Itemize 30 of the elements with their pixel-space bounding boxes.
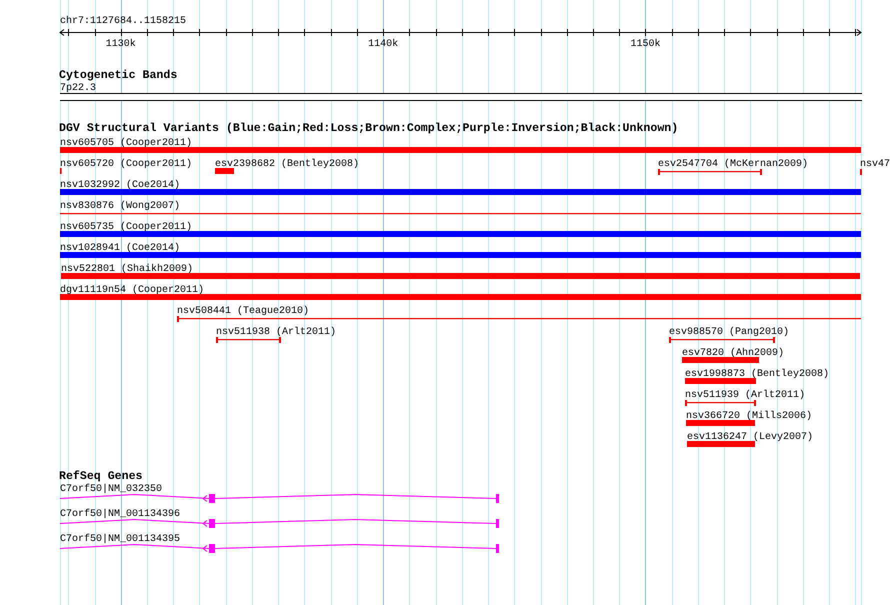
variant-label: nsv605720 (Cooper2011) [60,159,192,170]
variant-label: esv988570 (Pang2010) [669,327,790,338]
variant-label: nsv511938 (Arlt2011) [216,327,336,338]
variant-label: esv7820 (Ahn2009) [682,348,784,359]
variant-label: esv1136247 (Levy2007) [687,432,814,443]
track-title: Cytogenetic Bands [59,69,178,82]
transcript-label: C7orf50|NM_032350 [60,484,162,495]
variant-label: dgv11119n54 (Cooper2011) [60,285,204,296]
variant-label: nsv605705 (Cooper2011) [60,138,192,149]
tick-label: 1140k [368,39,398,50]
track-title: RefSeq Genes [59,470,142,483]
variant-label: nsv366720 (Mills2006) [686,411,812,422]
variant-label: nsv605735 (Cooper2011) [60,222,192,233]
variant-label: esv2398682 (Bentley2008) [215,159,360,170]
transcript-label: C7orf50|NM_001134395 [60,534,180,545]
transcript-label: C7orf50|NM_001134396 [60,509,180,520]
region-label: chr7:1127684..1158215 [60,16,186,27]
variant-label: nsv830876 (Wong2007) [60,201,180,212]
band-label: 7p22.3 [60,83,96,94]
variant-label: nsv1028941 (Coe2014) [60,243,180,254]
tick-label: 1150k [630,39,660,50]
variant-label: esv2547704 (McKernan2009) [658,159,808,170]
variant-label: nsv1032992 (Coe2014) [60,180,180,191]
variant-label: esv1998873 (Bentley2008) [685,369,830,380]
variant-label: nsv511939 (Arlt2011) [685,390,806,401]
tick-label: 1130k [106,39,136,50]
variant-label: nsv508441 (Teague2010) [177,306,310,317]
variant-label: nsv522801 (Shaikh2009) [61,264,194,275]
track-title: DGV Structural Variants (Blue:Gain;Red:Loss;Brown:Complex;Purple:Inversion;Black:Unknown) [59,122,678,135]
variant-label: nsv47 [860,159,890,170]
